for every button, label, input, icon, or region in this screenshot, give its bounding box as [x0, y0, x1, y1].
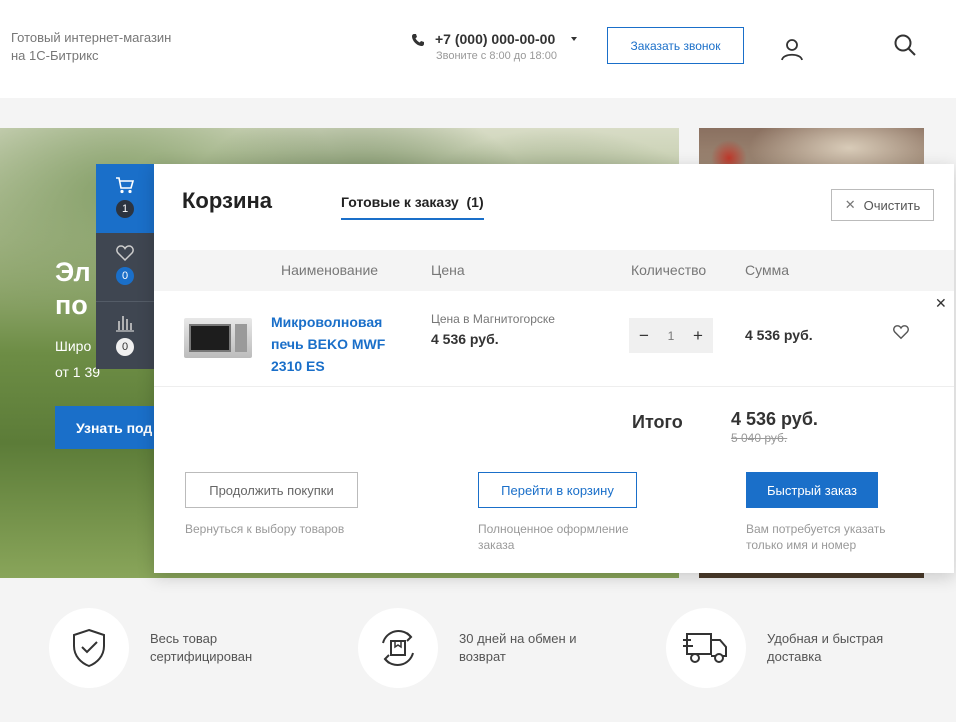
cart-hint-line-1: Полноценное оформление: [478, 522, 629, 536]
heart-icon[interactable]: [893, 324, 909, 340]
delivery-truck-icon: [683, 633, 727, 663]
cart-hint-line-2: заказа: [478, 538, 515, 552]
quantity-stepper: − 1 +: [629, 318, 713, 353]
user-icon[interactable]: [780, 37, 804, 61]
total-label: Итого: [632, 412, 683, 432]
column-name: Наименование: [281, 262, 379, 278]
remove-item-close-icon[interactable]: ✕: [935, 295, 947, 312]
phone-icon: [412, 34, 424, 46]
fast-hint-line-1: Вам потребуется указать: [746, 522, 886, 536]
heart-icon: [116, 245, 134, 261]
microwave-door: [189, 324, 231, 352]
sidepanel-compare-tab[interactable]: 0: [96, 301, 154, 370]
product-image[interactable]: [184, 318, 252, 358]
cart-popup: Корзина Готовые к заказу (1) ✕ Очистить …: [154, 164, 954, 573]
close-icon: ✕: [844, 197, 856, 212]
favorites-count-badge: 0: [116, 267, 134, 285]
clear-cart-label: Очистить: [863, 197, 921, 213]
feature-text: 30 дней на обмен и возврат: [459, 630, 609, 666]
quantity-value[interactable]: 1: [668, 329, 675, 343]
fast-hint-line-2: только имя и номер: [746, 538, 857, 552]
product-price: 4 536 руб.: [431, 331, 499, 347]
microwave-panel: [235, 324, 247, 352]
cart-hint: Полноценное оформление заказа: [478, 521, 629, 553]
feature-certified: Весь товар сертифицирован: [49, 608, 300, 688]
feature-exchange: 30 дней на обмен и возврат: [358, 608, 609, 688]
feature-text: Весь товар сертифицирован: [150, 630, 300, 666]
feature-icon-circle: [666, 608, 746, 688]
cart-table-header: Наименование Цена Количество Сумма: [154, 250, 954, 291]
hero-title: Эл по: [55, 256, 91, 322]
column-price: Цена: [431, 262, 465, 278]
hero-subtitle-line-2: от 1 39: [55, 364, 101, 380]
hero-subtitle-line-1: Широ: [55, 338, 92, 354]
site-header: Готовый интернет-магазин на 1С-Битрикс +…: [0, 0, 956, 98]
fast-order-hint: Вам потребуется указать только имя и ном…: [746, 521, 886, 553]
tab-count: (1): [466, 194, 484, 210]
compare-count-badge: 0: [116, 338, 134, 356]
shield-check-icon: [73, 628, 105, 668]
total-old-price: 5 040 руб.: [731, 431, 788, 445]
product-name-link[interactable]: Микроволновая печь BEKO MWF 2310 ES: [271, 311, 411, 377]
continue-shopping-button[interactable]: Продолжить покупки: [185, 472, 358, 508]
feature-text-line-2: возврат: [459, 649, 506, 664]
total-value: 4 536 руб.: [731, 409, 818, 429]
item-sum: 4 536 руб.: [745, 327, 813, 343]
column-quantity: Количество: [631, 262, 707, 278]
logo-line-1: Готовый интернет-магазин: [11, 30, 172, 45]
quick-order-button[interactable]: Быстрый заказ: [746, 472, 878, 508]
phone-dropdown-caret-icon[interactable]: [571, 37, 577, 41]
cart-count-badge: 1: [116, 200, 134, 218]
feature-text-line-2: сертифицирован: [150, 649, 253, 664]
site-logo[interactable]: Готовый интернет-магазин на 1С-Битрикс: [11, 29, 171, 65]
callback-button[interactable]: Заказать звонок: [607, 27, 744, 64]
floating-side-panel: 1 0 0: [96, 164, 154, 369]
continue-hint: Вернуться к выбору товаров: [185, 522, 345, 536]
feature-text-line-1: 30 дней на обмен и: [459, 631, 577, 646]
clear-cart-button[interactable]: ✕ Очистить: [831, 189, 934, 221]
tab-label: Готовые к заказу: [341, 194, 459, 210]
feature-icon-circle: [358, 608, 438, 688]
exchange-box-icon: [382, 630, 414, 666]
sidepanel-favorites-tab[interactable]: 0: [96, 233, 154, 302]
price-city-label: Цена в Магнитогорске: [431, 312, 555, 326]
feature-icon-circle: [49, 608, 129, 688]
hero-title-line-1: Эл: [55, 257, 91, 287]
phone-hours: Звоните с 8:00 до 18:00: [436, 50, 557, 62]
search-icon[interactable]: [893, 33, 917, 57]
cart-item-row: Микроволновая печь BEKO MWF 2310 ES Цена…: [154, 291, 954, 387]
cart-title: Корзина: [182, 188, 272, 213]
go-to-cart-button[interactable]: Перейти в корзину: [478, 472, 637, 508]
feature-text: Удобная и быстрая доставка: [767, 630, 917, 666]
feature-text-line-2: доставка: [767, 649, 822, 664]
hero-title-line-2: по: [55, 290, 88, 320]
cart-icon: [116, 177, 135, 194]
column-sum: Сумма: [745, 262, 789, 278]
quantity-minus-button[interactable]: −: [637, 326, 651, 346]
hero-subtitle: Широ от 1 39: [55, 333, 100, 385]
compare-chart-icon: [116, 316, 134, 332]
feature-delivery: Удобная и быстрая доставка: [666, 608, 917, 688]
sidepanel-cart-tab[interactable]: 1: [96, 164, 154, 233]
tab-ready-to-order[interactable]: Готовые к заказу (1): [341, 194, 484, 220]
feature-text-line-1: Удобная и быстрая: [767, 631, 884, 646]
quantity-plus-button[interactable]: +: [691, 326, 705, 346]
logo-line-2: на 1С-Битрикс: [11, 48, 99, 63]
phone-number[interactable]: +7 (000) 000-00-00: [435, 31, 555, 47]
feature-text-line-1: Весь товар: [150, 631, 218, 646]
